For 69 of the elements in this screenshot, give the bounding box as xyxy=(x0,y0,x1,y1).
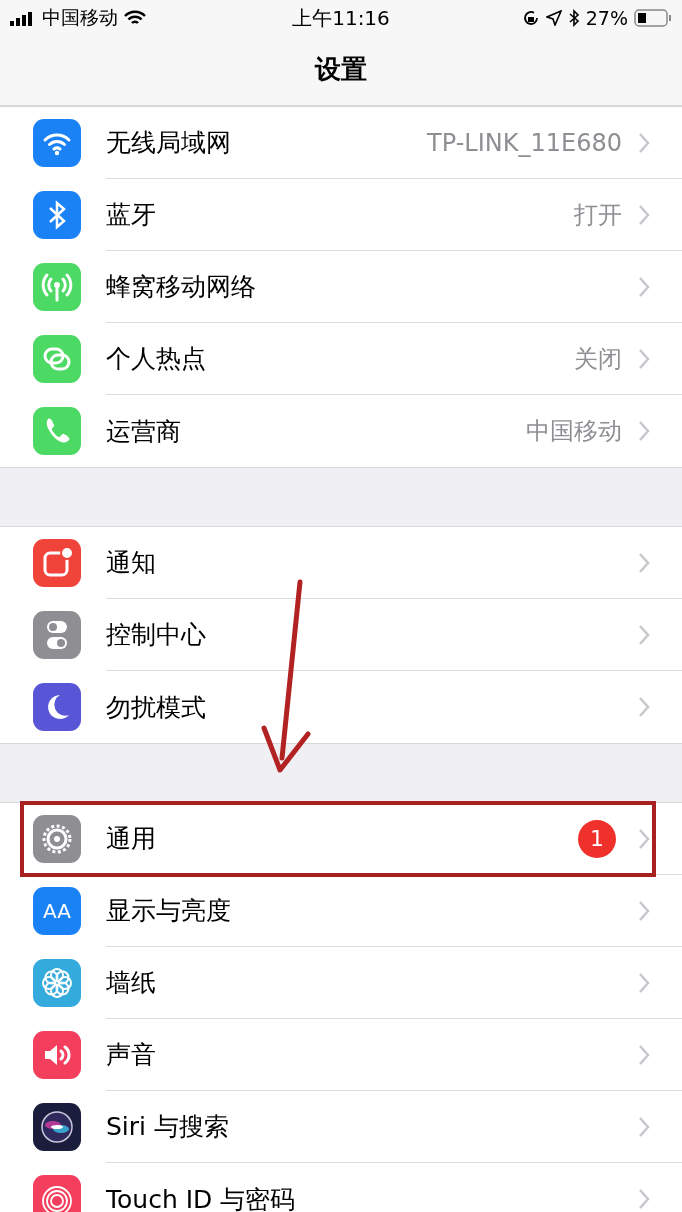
settings-row[interactable]: Siri 与搜索 xyxy=(0,1091,682,1163)
moon-icon xyxy=(33,683,81,731)
settings-row[interactable]: Touch ID 与密码 xyxy=(0,1163,682,1212)
settings-row[interactable]: 勿扰模式 xyxy=(0,671,682,743)
row-label: 个人热点 xyxy=(106,343,207,375)
letters-icon: AA xyxy=(33,887,81,935)
chevron-icon xyxy=(638,827,650,850)
settings-row[interactable]: 蓝牙 打开 xyxy=(0,179,682,251)
settings-row[interactable]: 无线局域网 TP-LINK_11E680 xyxy=(0,107,682,179)
chevron-icon xyxy=(638,623,650,646)
flower-icon xyxy=(33,959,81,1007)
settings-row[interactable]: 蜂窝移动网络 xyxy=(0,251,682,323)
settings-row[interactable]: 控制中心 xyxy=(0,599,682,671)
settings-row[interactable]: 通知 xyxy=(0,527,682,599)
chevron-icon xyxy=(638,420,650,442)
row-value: TP-LINK_11E680 xyxy=(427,128,622,157)
row-label: Touch ID 与密码 xyxy=(106,1183,297,1212)
wifi-icon xyxy=(33,119,81,167)
chevron-icon xyxy=(638,347,650,370)
settings-row[interactable]: 运营商 中国移动 xyxy=(0,395,682,467)
row-value: 关闭 xyxy=(574,343,622,375)
antenna-icon xyxy=(33,263,81,311)
row-value: 中国移动 xyxy=(526,416,622,447)
clock-time: 上午11:16 xyxy=(292,4,390,32)
bluetooth-icon xyxy=(567,9,580,27)
chevron-icon xyxy=(638,1188,650,1210)
row-value: 打开 xyxy=(574,199,622,231)
row-label: 控制中心 xyxy=(106,619,207,651)
row-label: 无线局域网 xyxy=(106,127,232,159)
row-label: 运营商 xyxy=(106,415,182,448)
phone-icon xyxy=(33,407,81,455)
row-label: Siri 与搜索 xyxy=(106,1111,230,1143)
location-arrow-icon xyxy=(545,10,562,26)
row-label: 通知 xyxy=(106,547,157,579)
settings-row[interactable]: 声音 xyxy=(0,1019,682,1091)
chevron-icon xyxy=(638,696,650,718)
carrier-name: 中国移动 xyxy=(42,5,118,30)
chevron-icon xyxy=(638,1115,650,1138)
rotation-lock-icon xyxy=(521,9,540,27)
chevron-icon xyxy=(638,899,650,922)
settings-row[interactable]: 个人热点 关闭 xyxy=(0,323,682,395)
speaker-icon xyxy=(33,1031,81,1079)
row-label: 勿扰模式 xyxy=(106,691,207,724)
chevron-icon xyxy=(638,131,650,154)
row-label: 蜂窝移动网络 xyxy=(106,271,257,303)
siri-icon xyxy=(33,1103,81,1151)
settings-row[interactable]: 墙纸 xyxy=(0,947,682,1019)
notification-badge: 1 xyxy=(578,819,616,858)
chevron-icon xyxy=(638,275,650,298)
chevron-icon xyxy=(638,203,650,226)
row-label: 声音 xyxy=(106,1039,157,1071)
toggle-switch-icon xyxy=(33,611,81,659)
page-title: 设置 xyxy=(315,53,367,86)
row-label: 通用 xyxy=(106,823,157,855)
gear-icon xyxy=(33,815,81,863)
row-label: 显示与亮度 xyxy=(106,895,232,927)
settings-row[interactable]: AA 显示与亮度 xyxy=(0,875,682,947)
battery-percent: 27% xyxy=(585,7,628,29)
battery-icon xyxy=(634,9,672,27)
chain-link-icon xyxy=(33,335,81,383)
wifi-icon xyxy=(124,10,146,26)
settings-row[interactable]: 通用 1 xyxy=(0,803,682,875)
notification-icon xyxy=(33,539,81,587)
row-label: 蓝牙 xyxy=(106,199,157,231)
chevron-icon xyxy=(638,551,650,574)
chevron-icon xyxy=(638,1043,650,1066)
bluetooth-icon xyxy=(33,191,81,239)
chevron-icon xyxy=(638,971,650,994)
row-label: 墙纸 xyxy=(106,967,157,999)
